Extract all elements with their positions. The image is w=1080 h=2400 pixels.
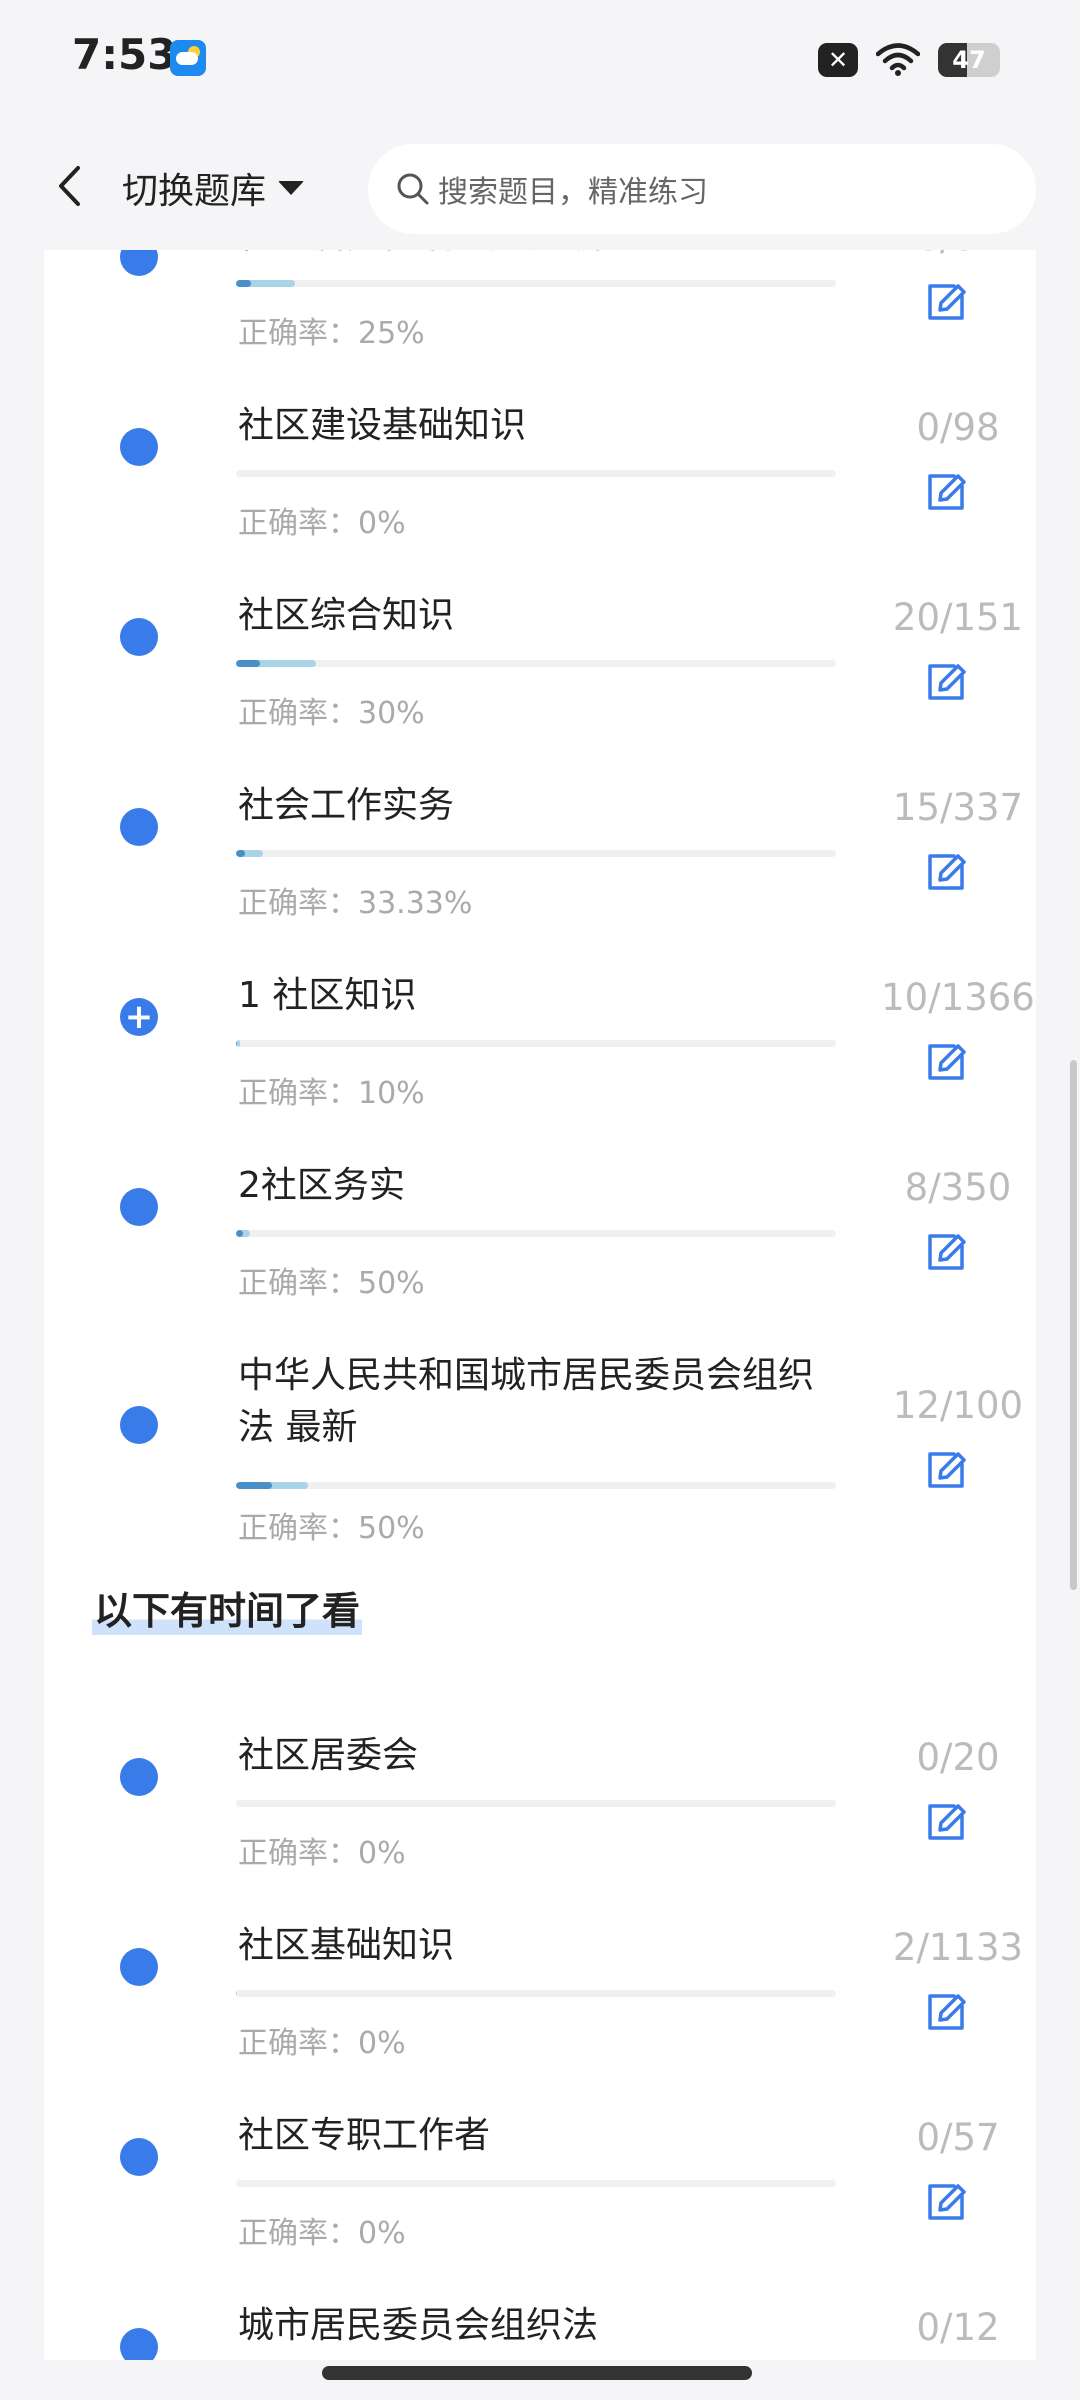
- progress-bar: [236, 2180, 836, 2187]
- item-title: 社区建设基础知识: [238, 405, 527, 446]
- progress-bar: [236, 1990, 836, 1997]
- question-bank-item[interactable]: 社会工作实务正确率：33.33% 15/337: [44, 728, 1036, 921]
- item-title: 1 社区知识: [238, 975, 417, 1016]
- question-bank-item[interactable]: +1 社区知识正确率：10% 10/1366: [44, 918, 1036, 1111]
- question-bank-item[interactable]: 社区综合知识正确率：30% 20/151: [44, 538, 1036, 731]
- search-placeholder: 搜索题目，精准练习: [438, 175, 708, 210]
- progress-count: 8/350: [904, 1166, 1012, 1209]
- progress-bar: [236, 280, 836, 287]
- plus-icon[interactable]: +: [120, 998, 158, 1036]
- accuracy-fill: [236, 1230, 243, 1237]
- progress-count: 0/20: [916, 1736, 1000, 1779]
- progress-count: 0/98: [916, 406, 1000, 449]
- progress-count: 20/151: [892, 596, 1024, 639]
- edit-icon[interactable]: [916, 652, 976, 712]
- dot-icon: [120, 428, 158, 466]
- accuracy-label: 正确率：0%: [238, 2026, 406, 2061]
- progress-fill: [236, 1040, 241, 1047]
- progress-bar: [236, 1040, 836, 1047]
- edit-icon[interactable]: [916, 842, 976, 902]
- accuracy-label: 正确率：0%: [238, 506, 406, 541]
- bank-switch-label: 切换题库: [122, 171, 267, 212]
- dot-icon: [120, 1406, 158, 1444]
- accuracy-label: 正确率：0%: [238, 2216, 406, 2251]
- question-bank-list: 社区居民自治-专项题库正确率：25%8/82社区建设基础知识正确率：0%0/98…: [44, 230, 1036, 2360]
- accuracy-fill: [236, 1482, 272, 1489]
- question-bank-item[interactable]: 社区居委会正确率：0% 0/20: [44, 1678, 1036, 1871]
- edit-icon[interactable]: [916, 272, 976, 332]
- question-bank-item[interactable]: 社区基础知识正确率：0% 2/1133: [44, 1868, 1036, 2061]
- progress-count: 12/100: [892, 1384, 1024, 1427]
- progress-count: 0/12: [916, 2306, 1000, 2349]
- wifi-icon: [876, 43, 920, 76]
- item-title: 社区基础知识: [238, 1925, 455, 1966]
- question-bank-item[interactable]: 城市居民委员会组织法 0/12: [44, 2248, 1036, 2360]
- progress-bar: [236, 1230, 836, 1237]
- chevron-left-icon: [59, 166, 80, 206]
- accuracy-fill: [236, 660, 260, 667]
- accuracy-label: 正确率：50%: [238, 1266, 425, 1301]
- section-heading: 以下有时间了看: [92, 1580, 363, 1635]
- home-indicator[interactable]: [322, 2366, 752, 2380]
- status-bar: 7:53 ✕ 47: [0, 0, 1080, 120]
- bank-switch-dropdown[interactable]: 切换题库: [122, 160, 305, 216]
- progress-count: 2/1133: [892, 1926, 1024, 1969]
- progress-count: 15/337: [892, 786, 1024, 829]
- progress-bar: [236, 850, 836, 857]
- edit-icon[interactable]: [916, 1032, 976, 1092]
- edit-icon[interactable]: [916, 462, 976, 522]
- scrollbar[interactable]: [1070, 1060, 1077, 1590]
- dot-icon: [120, 2138, 158, 2176]
- edit-icon[interactable]: [916, 2172, 976, 2232]
- edit-icon[interactable]: [916, 1792, 976, 1852]
- question-bank-item[interactable]: 中华人民共和国城市居民委员会组织法 最新 正确率：50% 12/100: [44, 1298, 1036, 1546]
- progress-bar: [236, 660, 836, 667]
- dot-icon: [120, 618, 158, 656]
- status-icons: ✕ 47: [818, 40, 1000, 80]
- item-title: 2社区务实: [238, 1165, 405, 1206]
- dot-icon: [120, 1188, 158, 1226]
- progress-bar: [236, 1800, 836, 1807]
- dot-icon: [120, 1948, 158, 1986]
- progress-fill: [236, 1990, 238, 1997]
- question-bank-item[interactable]: 社区建设基础知识正确率：0% 0/98: [44, 348, 1036, 541]
- progress-count: 10/1366: [881, 976, 1035, 1019]
- dot-icon: [120, 808, 158, 846]
- accuracy-label: 正确率：25%: [238, 316, 425, 351]
- progress-bar: [236, 470, 836, 477]
- item-title: 社区专职工作者: [238, 2115, 491, 2156]
- battery-level: 47: [952, 46, 986, 74]
- top-bar: 切换题库 搜索题目，精准练习: [0, 120, 1080, 250]
- item-title: 城市居民委员会组织法: [238, 2305, 599, 2346]
- edit-icon[interactable]: [916, 1982, 976, 2042]
- weather-icon: [170, 40, 206, 76]
- accuracy-fill: [236, 850, 245, 857]
- caret-down-icon: [278, 181, 305, 195]
- section-header: 以下有时间了看: [44, 1538, 1036, 1678]
- progress-count: 0/57: [916, 2116, 1000, 2159]
- progress-bar: [236, 1482, 836, 1489]
- question-bank-item[interactable]: 2社区务实正确率：50% 8/350: [44, 1108, 1036, 1301]
- status-time: 7:53: [72, 30, 177, 79]
- search-icon: [397, 173, 429, 205]
- accuracy-label: 正确率：0%: [238, 1836, 406, 1871]
- dot-icon: [120, 1758, 158, 1796]
- accuracy-label: 正确率：10%: [238, 1076, 425, 1111]
- accuracy-label: 正确率：30%: [238, 696, 425, 731]
- item-title: 社会工作实务: [238, 785, 455, 826]
- item-title: 社区综合知识: [238, 595, 455, 636]
- question-bank-item[interactable]: 社区专职工作者正确率：0% 0/57: [44, 2058, 1036, 2251]
- back-button[interactable]: [44, 156, 94, 216]
- dot-icon: [120, 2328, 158, 2360]
- accuracy-label: 正确率：33.33%: [238, 886, 473, 921]
- item-title: 社区居委会: [238, 1735, 419, 1776]
- notification-x-icon: ✕: [818, 43, 858, 77]
- edit-icon[interactable]: [916, 1222, 976, 1282]
- battery-icon: 47: [938, 43, 1000, 77]
- edit-icon[interactable]: [916, 1440, 976, 1500]
- item-title: 中华人民共和国城市居民委员会组织法 最新: [238, 1355, 815, 1448]
- accuracy-fill: [236, 280, 251, 287]
- search-input[interactable]: 搜索题目，精准练习: [368, 144, 1036, 234]
